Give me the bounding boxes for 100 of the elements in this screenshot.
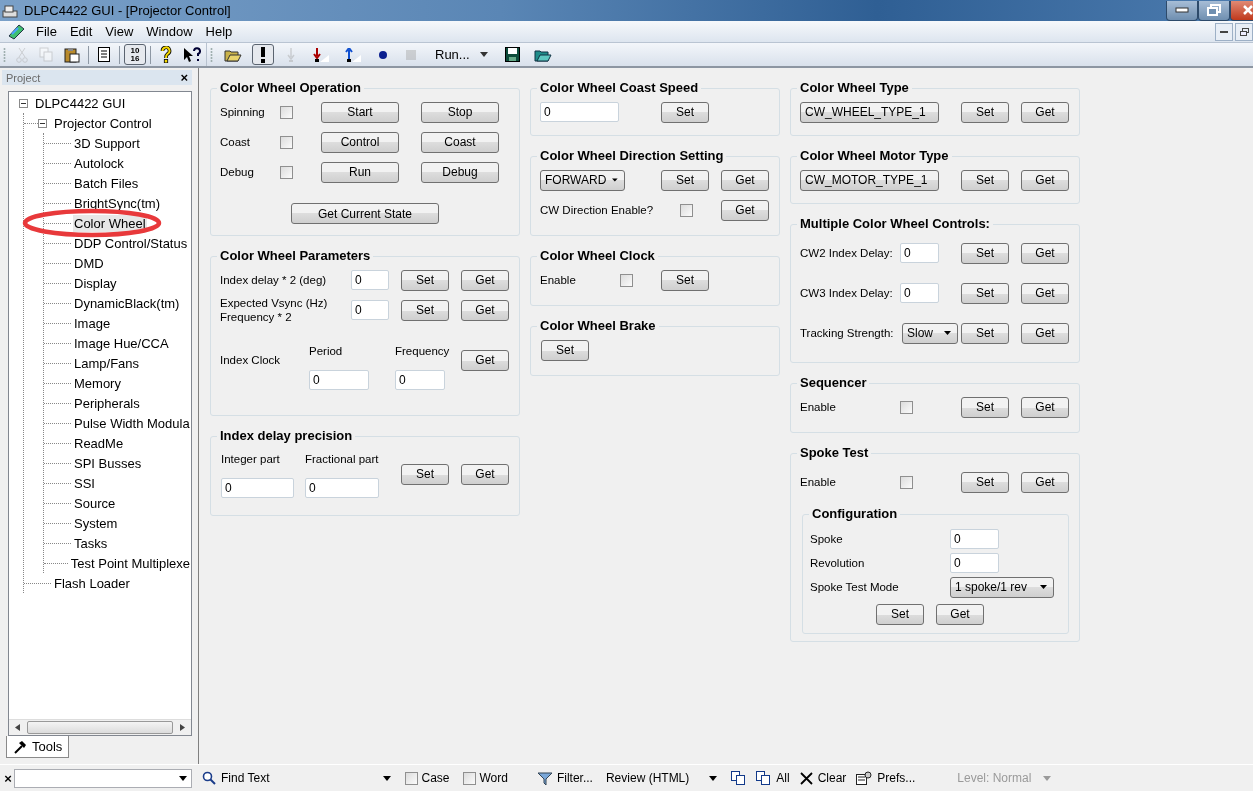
command-button[interactable]: Set [661, 101, 709, 123]
menu-item[interactable]: Edit [64, 24, 101, 39]
command-button[interactable]: Stop [421, 101, 499, 123]
filter-button[interactable]: Filter... [537, 771, 593, 785]
tree-item[interactable]: DDP Control/Status [73, 234, 189, 252]
command-button[interactable]: Set [661, 269, 709, 291]
input-field[interactable]: 0 [540, 102, 619, 122]
command-button[interactable]: Coast [421, 131, 499, 153]
checkbox[interactable] [280, 165, 293, 179]
tree-item[interactable]: Projector Control [53, 114, 153, 132]
toolbar-button[interactable] [252, 44, 274, 65]
tree-item[interactable]: Tasks [73, 534, 109, 552]
horizontal-scrollbar[interactable] [9, 719, 191, 735]
close-button[interactable]: × [2, 770, 14, 786]
number-base-toggle[interactable]: 10 16 [124, 44, 146, 65]
command-button[interactable]: Start [321, 101, 399, 123]
tree-item[interactable]: Autolock [73, 154, 125, 172]
command-button[interactable]: Set [961, 396, 1009, 418]
tree-item[interactable]: Memory [73, 374, 122, 392]
tree-item[interactable]: Test Point Multiplexe [69, 554, 191, 572]
minimize-button[interactable] [1166, 0, 1198, 21]
tree-item[interactable]: Batch Files [73, 174, 140, 192]
checkbox[interactable] [620, 273, 633, 287]
dropdown[interactable]: Slow [902, 322, 958, 344]
dropdown[interactable]: CW_MOTOR_TYPE_1 [800, 169, 939, 191]
tree-item[interactable]: Pulse Width Modula [73, 414, 191, 432]
menu-item[interactable]: File [31, 24, 65, 39]
command-button[interactable]: Get [721, 169, 769, 191]
input-field[interactable]: 0 [900, 283, 939, 303]
find-text-button[interactable]: Find Text [202, 771, 270, 785]
command-button[interactable]: Debug [421, 161, 499, 183]
command-button[interactable]: Get [461, 463, 509, 485]
tree-item[interactable]: Peripherals [73, 394, 141, 412]
tree-item[interactable]: Flash Loader [53, 574, 131, 592]
command-button[interactable]: Get [721, 199, 769, 221]
tree-item[interactable]: Image [73, 314, 112, 332]
command-button[interactable]: Set [961, 322, 1009, 344]
command-button[interactable]: Set [661, 169, 709, 191]
minimize-button[interactable] [1215, 22, 1233, 41]
tree-item[interactable]: DLPC4422 GUI [34, 94, 127, 112]
command-button[interactable]: Get [461, 349, 509, 371]
command-button[interactable]: Get [1021, 396, 1069, 418]
run-menu-button[interactable]: Run... [428, 44, 495, 65]
command-button[interactable]: Get [1021, 282, 1069, 304]
tree-item[interactable]: ReadMe [73, 434, 125, 452]
checkbox[interactable] [900, 475, 913, 489]
command-button[interactable]: Set [961, 282, 1009, 304]
dropdown[interactable]: 1 spoke/1 rev [950, 576, 1054, 598]
dropdown[interactable]: CW_WHEEL_TYPE_1 [800, 101, 939, 123]
tree-item[interactable]: DMD [73, 254, 105, 272]
panel-tab[interactable]: Tools [6, 736, 70, 758]
close-button[interactable]: × [180, 70, 188, 85]
menu-item[interactable]: Help [200, 24, 241, 39]
command-button[interactable]: Get [461, 299, 509, 321]
collapse-icon[interactable] [19, 98, 28, 108]
review-dropdown[interactable]: Review (HTML) [605, 771, 718, 785]
input-field[interactable]: 0 [309, 370, 369, 390]
input-field[interactable]: 0 [305, 478, 379, 498]
tree-item[interactable]: 3D Support [73, 134, 141, 152]
collapse-icon[interactable] [38, 118, 47, 128]
command-button[interactable]: Run [321, 161, 399, 183]
checkbox[interactable] [280, 105, 293, 119]
restore-button[interactable] [1198, 0, 1230, 21]
input-field[interactable]: 0 [351, 270, 389, 290]
clear-button[interactable]: Clear [799, 771, 847, 785]
tree-item[interactable]: SSI [73, 474, 96, 492]
command-button[interactable]: Set [876, 603, 924, 625]
input-field[interactable]: 0 [950, 553, 999, 573]
tree-item[interactable]: Source [73, 494, 117, 512]
command-button[interactable]: Get [1021, 101, 1069, 123]
command-button[interactable]: Control [321, 131, 399, 153]
menu-item[interactable]: View [100, 24, 142, 39]
close-button[interactable] [1230, 0, 1253, 21]
tree-item[interactable]: BrightSync(tm) [73, 194, 161, 212]
command-button[interactable]: Get [936, 603, 984, 625]
tree-item[interactable]: System [73, 514, 119, 532]
command-button[interactable]: Get [461, 269, 509, 291]
checkbox[interactable] [280, 135, 293, 149]
preferences-button[interactable]: Prefs... [856, 771, 916, 785]
tree-item[interactable]: Lamp/Fans [73, 354, 141, 372]
checkbox[interactable]: Word [463, 771, 508, 785]
tree-item[interactable]: DynamicBlack(tm) [73, 294, 181, 312]
command-button[interactable]: Get [1021, 322, 1069, 344]
input-field[interactable]: 0 [950, 529, 999, 549]
input-field[interactable]: 0 [395, 370, 445, 390]
search-field[interactable] [14, 768, 192, 788]
input-field[interactable]: 0 [351, 300, 389, 320]
checkbox[interactable] [900, 400, 913, 414]
command-button[interactable]: Get [1021, 169, 1069, 191]
tree-item[interactable]: Image Hue/CCA [73, 334, 170, 352]
command-button[interactable]: Set [961, 101, 1009, 123]
command-button[interactable]: Set [401, 299, 449, 321]
command-button[interactable]: Get [1021, 471, 1069, 493]
command-button[interactable]: Set [401, 463, 449, 485]
tree-item[interactable]: Color Wheel [73, 214, 147, 232]
command-button[interactable]: Set [961, 471, 1009, 493]
input-field[interactable]: 0 [221, 478, 294, 498]
tree-item[interactable]: Display [73, 274, 118, 292]
command-button[interactable]: Set [401, 269, 449, 291]
checkbox[interactable]: Case [405, 771, 450, 785]
